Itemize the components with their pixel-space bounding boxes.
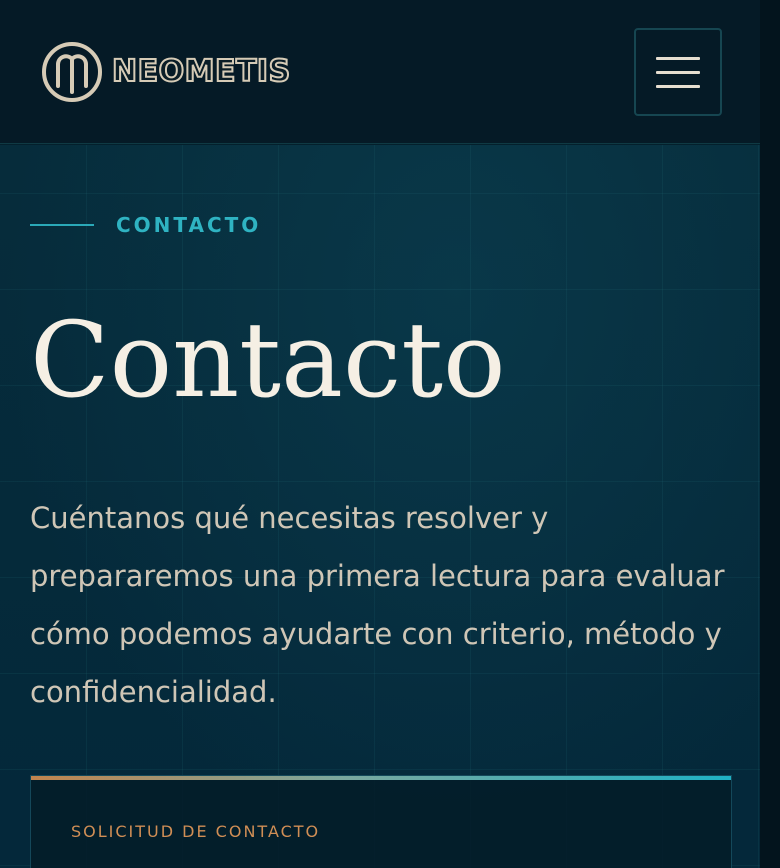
page-scrollbar[interactable] [760,0,780,868]
brand-logo-link[interactable]: NEOMETIS [40,40,291,104]
eyebrow-label: CONTACTO [116,213,262,237]
neometis-logo-icon [42,42,102,102]
site-header: NEOMETIS [0,0,760,144]
brand-name: NEOMETIS [111,53,291,90]
eyebrow-divider [30,224,94,226]
contact-hero: CONTACTO Contacto Cuéntanos qué necesita… [0,145,760,868]
hamburger-menu-icon [656,57,700,89]
page-title: Contacto [30,299,506,421]
section-eyebrow: CONTACTO [30,211,261,239]
menu-button[interactable] [634,28,722,116]
card-accent-bar [31,776,731,780]
contact-request-card: SOLICITUD DE CONTACTO [30,775,732,868]
intro-paragraph: Cuéntanos qué necesitas resolver y prepa… [30,501,725,709]
contact-request-label: SOLICITUD DE CONTACTO [71,822,321,841]
